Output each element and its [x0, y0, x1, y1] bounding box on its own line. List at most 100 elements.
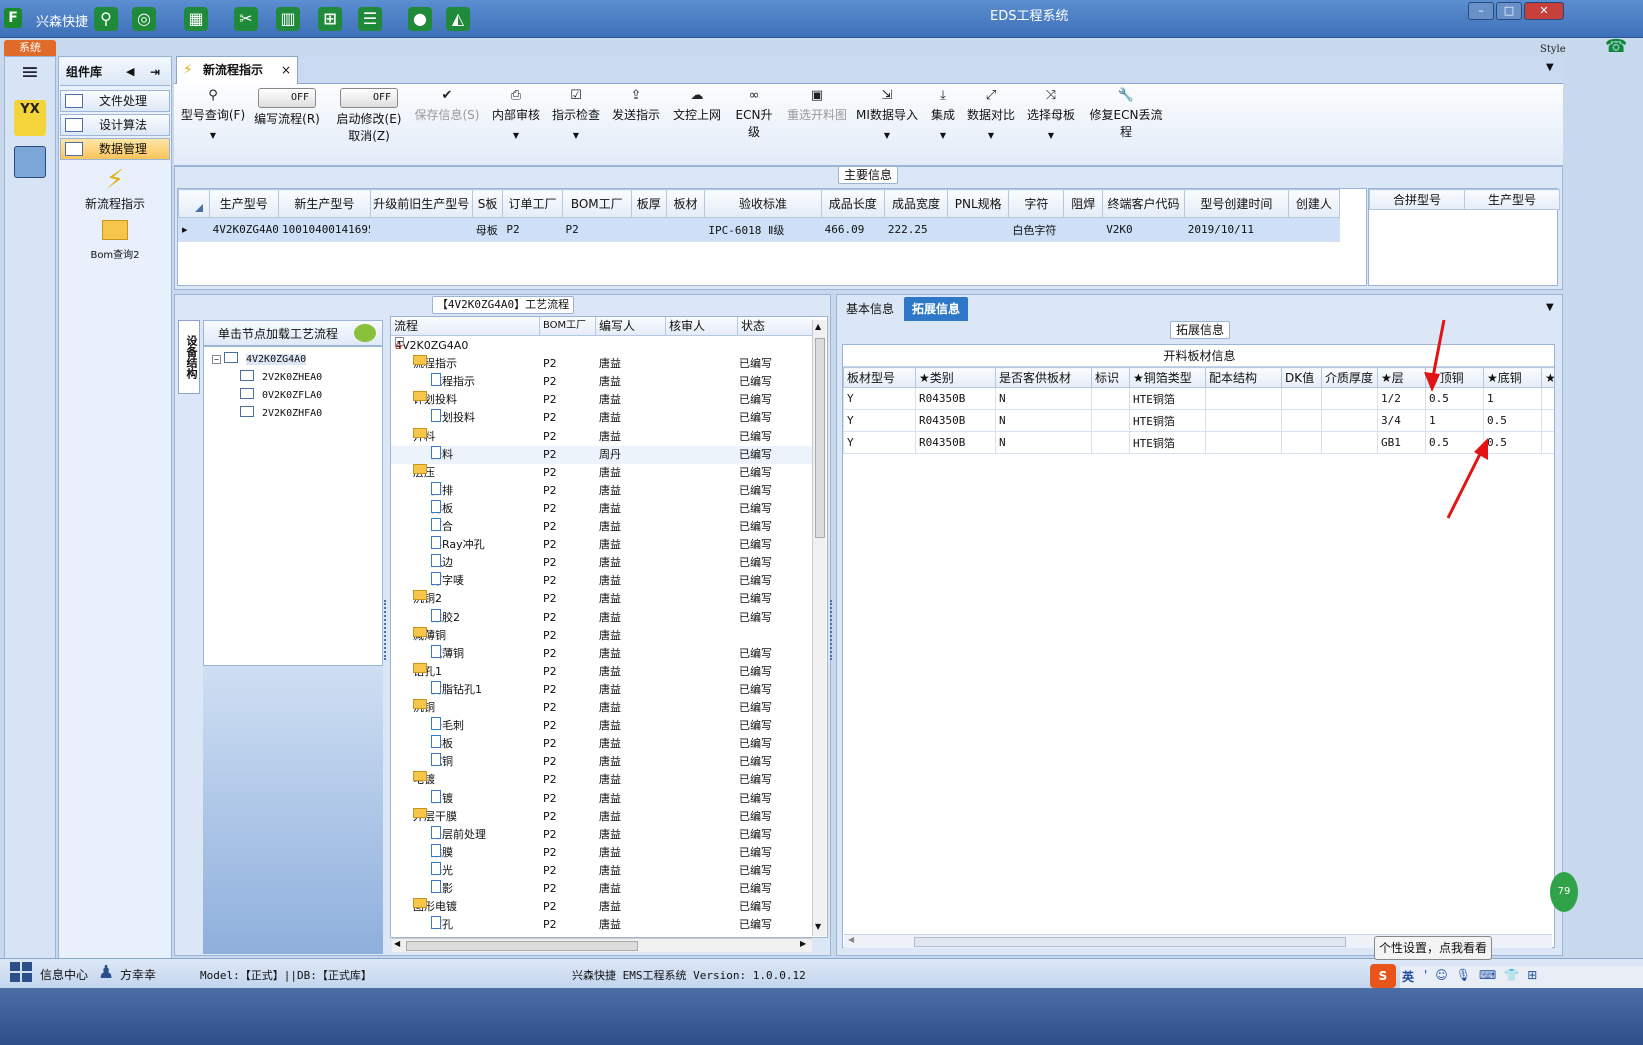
column-header[interactable]: S板	[471, 189, 504, 218]
column-header[interactable]: 板厚	[630, 189, 667, 218]
table-cell[interactable]: N	[995, 409, 1092, 432]
table-cell[interactable]: N	[995, 387, 1092, 410]
column-header[interactable]: BOM工厂	[561, 189, 632, 218]
scroll-thumb[interactable]	[815, 338, 825, 538]
ime-mode[interactable]: 英	[1402, 968, 1414, 985]
doc-control-online-button[interactable]: ☁ 文控上网	[670, 88, 724, 158]
column-header[interactable]: 配本结构	[1205, 367, 1282, 388]
library-item-data-management[interactable]: 数据管理	[60, 138, 170, 160]
film-icon[interactable]: ▥	[276, 7, 300, 31]
flow-row[interactable]: −开料 P2 唐益 已编写	[391, 427, 815, 446]
flow-row[interactable]: 计划投料 P2 唐益 已编写	[391, 409, 815, 427]
column-header[interactable]: 标识	[1091, 367, 1130, 388]
table-cell[interactable]: HTE铜箔	[1129, 409, 1206, 432]
write-flow-button[interactable]: OFF 编写流程(R)	[252, 88, 322, 158]
flow-row[interactable]: −流程指示 P2 唐益 已编写	[391, 355, 815, 373]
column-header[interactable]: 成品长度	[820, 189, 885, 218]
table-cell[interactable]	[1321, 431, 1378, 454]
table-cell[interactable]: Y	[843, 387, 916, 410]
table-cell[interactable]	[947, 217, 1010, 242]
flow-row[interactable]: 流程指示 P2 唐益 已编写	[391, 373, 815, 391]
send-instruction-button[interactable]: ⇪ 发送指示	[610, 88, 662, 158]
library-item-file-processing[interactable]: 文件处理	[60, 90, 170, 112]
flow-row[interactable]: 曝光 P2 唐益 已编写	[391, 861, 815, 880]
column-header[interactable]: 订单工厂	[502, 189, 563, 218]
ime-toolbar-icons[interactable]: '☺🎙⌨👕⊞	[1424, 968, 1545, 982]
table-cell[interactable]	[1281, 387, 1322, 410]
tab-device-structure[interactable]: 设备结构	[178, 320, 200, 394]
column-header[interactable]: 字符	[1008, 189, 1065, 218]
scroll-up-icon[interactable]: ▲	[815, 322, 821, 331]
splitter-handle[interactable]	[384, 600, 388, 660]
select-mother-board-button[interactable]: ⤨ 选择母板 ▼	[1024, 88, 1078, 158]
mi-data-import-button[interactable]: ⇲ MI数据导入 ▼	[856, 88, 918, 158]
flow-row[interactable]: 开料 P2 周丹 已编写	[391, 445, 815, 464]
column-header[interactable]: PNL规格	[947, 189, 1010, 218]
column-header[interactable]: BOM工厂	[539, 317, 586, 336]
cancel-label[interactable]: 取消(Z)	[334, 127, 404, 144]
table-cell[interactable]	[1287, 217, 1341, 242]
integrate-button[interactable]: ⤓ 集成 ▼	[926, 88, 960, 158]
table-cell[interactable]: 466.09	[820, 217, 885, 242]
floating-widget-icon[interactable]: 79	[1550, 872, 1578, 912]
table-cell[interactable]: N	[995, 431, 1092, 454]
column-header[interactable]: 板材	[665, 189, 706, 218]
scroll-thumb[interactable]	[914, 937, 1346, 947]
flow-row[interactable]: −沉铜2 P2 唐益 已编写	[391, 590, 815, 608]
column-header[interactable]: 成品宽度	[883, 189, 949, 218]
table-cell[interactable]	[1321, 387, 1378, 410]
system-tab[interactable]: 系统	[4, 40, 56, 56]
info-center-label[interactable]: 信息中心	[40, 966, 88, 983]
flow-row[interactable]: 打字唛 P2 唐益 已编写	[391, 572, 815, 590]
flow-horizontal-scrollbar[interactable]: ◀ ▶	[392, 938, 812, 952]
ime-tooltip[interactable]: 个性设置，点我看看	[1374, 936, 1492, 960]
tab-extended-info[interactable]: 拓展信息	[904, 297, 969, 321]
lifebuoy-icon[interactable]: ◎	[132, 7, 156, 31]
flow-row[interactable]: −外层干膜 P2 唐益 已编写	[391, 807, 815, 826]
table-cell[interactable]	[1321, 409, 1378, 432]
table-cell[interactable]	[1541, 387, 1554, 410]
scroll-down-icon[interactable]: ▼	[815, 922, 821, 931]
library-item-design-algorithm[interactable]: 设计算法	[60, 114, 170, 136]
table-cell[interactable]	[1541, 409, 1554, 432]
phone-icon[interactable]: ☎	[1605, 36, 1629, 57]
list-icon[interactable]: ☰	[358, 7, 382, 31]
flow-row[interactable]: 排板 P2 唐益 已编写	[391, 499, 815, 518]
tree-node[interactable]: 2V2K0ZHEA0	[240, 369, 322, 387]
repair-ecn-flow-button[interactable]: 🔧 修复ECN丢流程	[1086, 88, 1166, 158]
column-header[interactable]: 介质厚度	[1321, 367, 1378, 388]
scroll-left-icon[interactable]: ◀	[848, 935, 854, 944]
table-cell[interactable]	[1091, 431, 1130, 454]
panel-dropdown-icon[interactable]: ▼	[1546, 302, 1554, 313]
close-button[interactable]: ✕	[1524, 2, 1564, 20]
flow-row[interactable]: −电镀 P2 唐益 已编写	[391, 771, 815, 789]
flow-row[interactable]: −钻孔1 P2 唐益 已编写	[391, 662, 815, 681]
flow-vertical-scrollbar[interactable]: ▲ ▼	[812, 320, 826, 936]
flow-row[interactable]: −沉铜 P2 唐益 已编写	[391, 699, 815, 717]
new-flow-shortcut[interactable]: ⚡ 新流程指示	[62, 165, 168, 212]
scroll-right-icon[interactable]: ▶	[800, 939, 806, 948]
row-pointer[interactable]: ▸	[178, 217, 210, 242]
flow-row[interactable]: 沉铜 P2 唐益 已编写	[391, 753, 815, 771]
maximize-button[interactable]: □	[1496, 2, 1522, 20]
column-header[interactable]: 编写人	[595, 317, 635, 336]
column-header[interactable]: 终端客户代码	[1102, 189, 1185, 218]
ecn-upgrade-button[interactable]: ∞ ECN升级	[730, 88, 778, 158]
minimize-button[interactable]: –	[1468, 2, 1494, 20]
column-header[interactable]: 升级前旧生产型号	[369, 189, 473, 218]
scissors-icon[interactable]: ✂	[234, 7, 258, 31]
column-header[interactable]: 状态	[737, 317, 765, 336]
table-cell[interactable]: 10010400141695	[277, 217, 371, 242]
calculator-icon[interactable]	[14, 146, 46, 178]
column-header[interactable]: 流程	[391, 317, 418, 336]
flow-row[interactable]: 贴膜 P2 唐益 已编写	[391, 843, 815, 862]
table-cell[interactable]: 222.25	[883, 217, 949, 242]
column-header[interactable]: 板材型号	[843, 367, 916, 388]
flow-row[interactable]: −计划投料 P2 唐益 已编写	[391, 391, 815, 409]
table-cell[interactable]	[1205, 409, 1282, 432]
table-cell[interactable]	[1281, 409, 1322, 432]
reselect-cutting-map-button[interactable]: ▣ 重选开料图	[784, 88, 850, 158]
flow-row[interactable]: 镀孔 P2 唐益 已编写	[391, 916, 815, 934]
close-tab-icon[interactable]: ×	[281, 57, 291, 83]
yx-factory-icon[interactable]: YX	[14, 100, 46, 136]
